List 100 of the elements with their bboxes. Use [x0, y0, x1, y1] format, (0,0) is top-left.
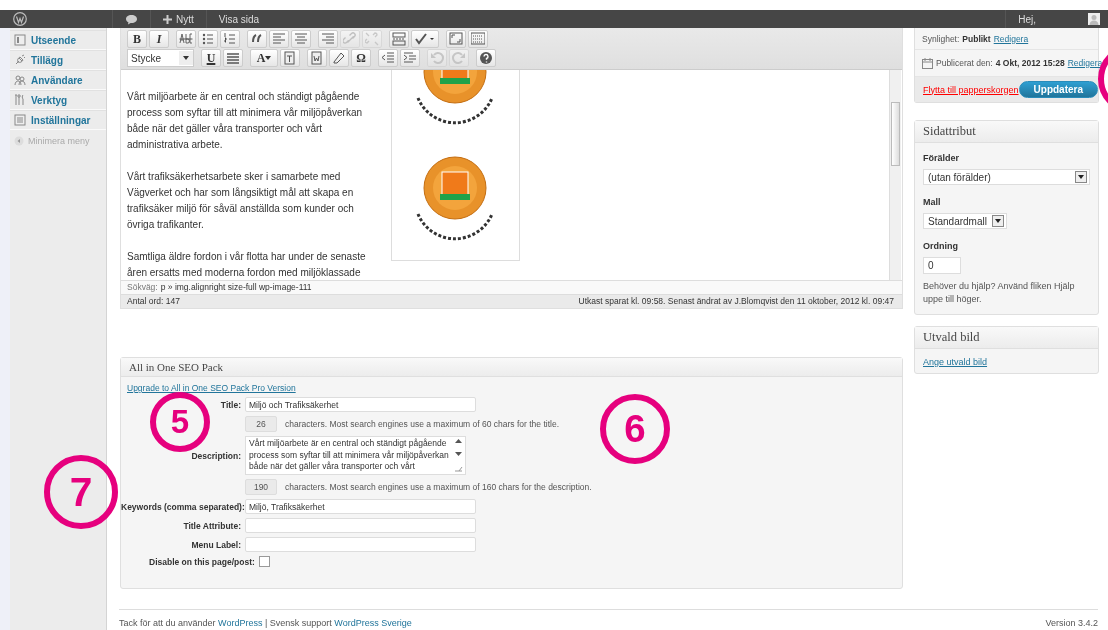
footer-text: Tack för att du använder WordPress | Svensk support WordPress Sverige	[119, 618, 412, 628]
link-icon	[343, 32, 357, 46]
callout-marker: 7	[44, 455, 118, 529]
paragraph-text: Samtliga äldre fordon i vår flotta har under de senaste åren ersatts med moderna fordon med miljöklassade	[127, 250, 367, 280]
panel-title: All in One SEO Pack	[121, 358, 902, 377]
strikethrough-icon	[179, 32, 193, 46]
underline-button[interactable]: U	[201, 49, 221, 67]
justify-button[interactable]	[223, 49, 243, 67]
support-link[interactable]: WordPress Sverige	[334, 618, 412, 628]
more-tag-icon	[392, 32, 406, 46]
input-field[interactable]: Miljö och Trafiksäkerhet	[245, 397, 476, 412]
format-select[interactable]: Stycke	[127, 49, 194, 67]
character-counter: 190	[245, 479, 277, 495]
eraser-button[interactable]	[329, 49, 349, 67]
align-center-icon	[294, 32, 308, 46]
help-text: Behöver du hjälp? Använd fliken Hjälp uppe till höger.	[923, 280, 1076, 306]
tools-icon	[14, 94, 26, 106]
template-select[interactable]: Standardmall	[923, 213, 1007, 229]
numbered-list-icon	[223, 32, 237, 46]
plus-icon	[163, 14, 172, 24]
redo-icon	[452, 51, 466, 65]
align-center-button[interactable]	[291, 30, 311, 48]
description-textarea[interactable]: Vårt miljöarbete är en central och ständigt pågående process som syftar till att minimera vår miljöpåverkan både när det gäller våra transporter och vårt	[245, 436, 466, 475]
paragraph-text: Vårt miljöarbete är en central och ständigt pågående process som syftar till att minimera vår miljöpåverkan både när det gäller våra transporter och vårt administrativa arbete.	[127, 90, 364, 152]
paste-word-icon	[310, 51, 324, 65]
wordpress-link[interactable]: WordPress	[218, 618, 263, 628]
avatar-icon[interactable]	[1088, 13, 1100, 25]
fullscreen-icon	[449, 32, 463, 46]
align-left-icon	[272, 32, 286, 46]
visibility-label: Synlighet:	[922, 34, 960, 44]
more-tag-button[interactable]	[389, 30, 409, 48]
field-label: Förälder	[923, 153, 960, 163]
field-label: Menu Label:	[190, 539, 241, 550]
field-label: Ordning	[923, 241, 959, 251]
justify-icon	[226, 51, 240, 65]
plug-icon	[14, 54, 26, 66]
parent-select[interactable]: (utan förälder)	[923, 169, 1090, 185]
order-input[interactable]: 0	[923, 257, 961, 274]
hint-text: characters. Most search engines use a maximum of 60 chars for the title.	[285, 419, 559, 429]
panel-title: Sidattribut	[915, 121, 1098, 143]
bold-button[interactable]: B	[127, 30, 147, 48]
edit-link[interactable]: Redigera	[1067, 58, 1103, 68]
spellcheck-icon	[415, 32, 435, 46]
text-color-button[interactable]: A	[250, 49, 278, 67]
version-text: Version 3.4.2	[1045, 618, 1098, 628]
input-field[interactable]	[245, 518, 476, 533]
set-featured-image-link[interactable]: Ange utvald bild	[923, 357, 988, 367]
bullet-list-icon	[201, 32, 215, 46]
italic-button[interactable]: I	[149, 30, 169, 48]
checkbox[interactable]	[258, 556, 270, 567]
save-status-text: Utkast sparat kl. 09:58. Senast ändrat av J.Blomqvist den 11 oktober, 2012 kl. 09:47	[578, 295, 894, 308]
paste-word-button[interactable]	[307, 49, 327, 67]
field-label: Mall	[923, 197, 942, 207]
spellcheck-button[interactable]	[411, 30, 439, 48]
publish-date-label: Publicerat den:	[936, 58, 993, 68]
update-button[interactable]: Uppdatera	[1018, 81, 1098, 98]
callout-marker: 6	[600, 394, 670, 464]
paragraph-text: Vårt trafiksäkerhetsarbete sker i samarbete med Vägverket och har som långsiktigt mål att skapa en trafiksäker miljö för såväl anställda som kunder och övriga trafikanter.	[127, 170, 355, 232]
sidebar-menu-item[interactable]: Inställningar	[31, 114, 91, 126]
input-field[interactable]	[245, 537, 476, 552]
wordpress-logo-icon[interactable]	[13, 12, 27, 26]
unlink-icon	[365, 32, 379, 46]
upgrade-link[interactable]: Upgrade to All in One SEO Pack Pro Version	[127, 383, 296, 393]
panel-title: Utvald bild	[915, 327, 1098, 349]
outdent-icon	[381, 51, 395, 65]
indent-icon	[403, 51, 417, 65]
sidebar-menu-item[interactable]: Utseende	[31, 34, 76, 46]
paste-text-icon	[283, 51, 297, 65]
greeting-text[interactable]: Hej,	[1018, 13, 1036, 25]
align-right-icon	[321, 32, 335, 46]
special-character-button[interactable]: Ω	[351, 49, 371, 67]
speech-bubble-icon[interactable]	[125, 13, 138, 25]
sidebar-menu-item[interactable]: Användare	[31, 74, 83, 86]
caret-icon	[265, 56, 272, 60]
visibility-value: Publikt	[962, 34, 991, 44]
field-label: Disable on this page/post:	[149, 556, 255, 567]
input-field[interactable]: Miljö, Trafiksäkerhet	[245, 499, 476, 514]
element-path-text[interactable]: p » img.alignright size-full wp-image-111	[160, 282, 312, 293]
paste-text-button[interactable]	[280, 49, 300, 67]
calendar-icon	[922, 57, 933, 69]
fullscreen-button[interactable]	[446, 30, 466, 48]
sidebar-menu-item[interactable]: Tillägg	[31, 54, 64, 66]
users-icon	[14, 74, 26, 86]
help-icon	[479, 51, 493, 65]
sidebar-menu-item[interactable]: Verktyg	[31, 94, 68, 106]
publish-date-value: 4 Okt, 2012 15:28	[995, 58, 1065, 68]
strikethrough-button[interactable]	[176, 30, 196, 48]
path-label: Sökväg:	[127, 282, 158, 293]
scroll-arrows-icon	[454, 438, 463, 472]
appearance-icon	[14, 34, 26, 46]
help-button[interactable]	[476, 49, 496, 67]
edit-link[interactable]: Redigera	[993, 34, 1029, 44]
view-page-link[interactable]: Visa sida	[206, 10, 272, 28]
callout-marker: 5	[150, 392, 210, 452]
quote-button[interactable]	[247, 30, 267, 48]
caret-icon	[1078, 175, 1084, 179]
outdent-button[interactable]	[378, 49, 398, 67]
caret-icon	[995, 219, 1001, 223]
bullet-list-button[interactable]	[198, 30, 218, 48]
field-label: Description:	[190, 450, 241, 461]
